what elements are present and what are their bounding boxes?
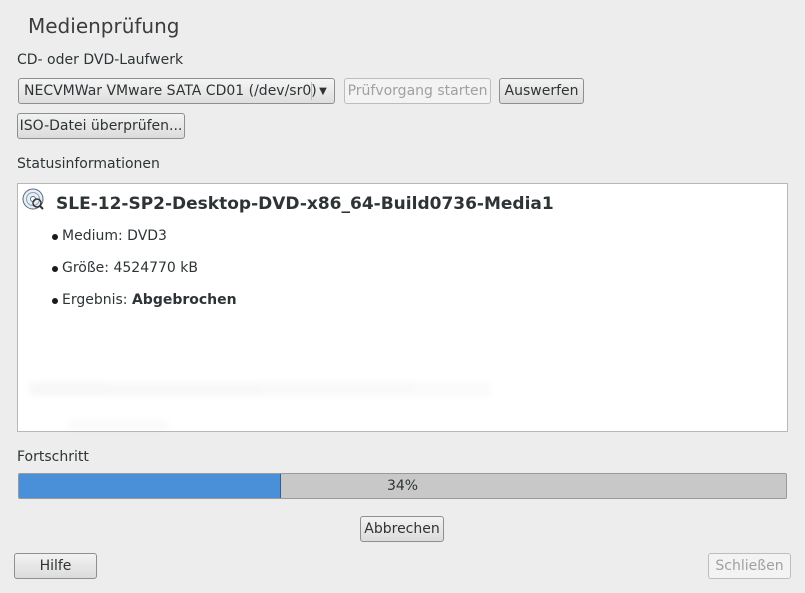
eject-button-label: Auswerfen [504,83,579,99]
check-iso-button[interactable]: ISO-Datei überprüfen... [17,113,185,139]
list-item: Medium: DVD3 [50,228,237,260]
result-value: Abgebrochen [131,292,237,308]
status-label-text: Statusinformationen [17,156,160,172]
faded-text-artifact [30,382,490,396]
info-key: Medium: [62,228,123,244]
list-item: Größe: 4524770 kB [50,260,237,292]
bullet-icon [52,266,58,272]
info-value: 4524770 kB [113,260,198,276]
progress-label: Fortschritt [17,449,89,465]
media-name: SLE-12-SP2-Desktop-DVD-x86_64-Build0736-… [56,194,554,214]
dialog-title: Medienprüfung [28,14,180,38]
drive-label: CD- oder DVD-Laufwerk [17,52,183,68]
help-button-label: Hilfe [39,558,72,574]
bullet-icon [52,234,58,240]
drive-select[interactable]: NECVMWar VMware SATA CD01 (/dev/sr0) ▼ [18,78,335,104]
start-check-button[interactable]: Prüfvorgang starten [344,78,491,104]
faded-text-artifact [68,420,168,430]
eject-button[interactable]: Auswerfen [499,78,584,104]
check-iso-button-label: ISO-Datei überprüfen... [19,118,183,134]
status-label: Statusinformationen [17,156,160,172]
close-button[interactable]: Schließen [708,553,791,579]
bullet-icon [52,298,58,304]
help-button[interactable]: Hilfe [14,553,97,579]
progress-label-text: Fortschritt [17,449,89,465]
close-button-label: Schließen [715,558,784,574]
progress-percent: 34% [386,478,419,494]
drive-label-text: CD- oder DVD-Laufwerk [17,52,184,68]
drive-select-value: NECVMWar VMware SATA CD01 (/dev/sr0) [24,83,317,99]
disc-icon [22,188,44,210]
status-info-list: Medium: DVD3 Größe: 4524770 kB Ergebnis:… [50,228,237,324]
status-panel: SLE-12-SP2-Desktop-DVD-x86_64-Build0736-… [17,183,788,432]
info-value: DVD3 [127,228,167,244]
progress-bar: 34% [18,473,787,499]
cancel-button-label: Abbrechen [364,521,440,537]
info-key: Größe: [62,260,110,276]
cancel-button[interactable]: Abbrechen [360,516,444,542]
list-item: Ergebnis: Abgebrochen [50,292,237,324]
chevron-down-icon[interactable]: ▼ [311,82,334,100]
start-check-button-label: Prüfvorgang starten [347,83,488,99]
info-key: Ergebnis: [62,292,128,308]
